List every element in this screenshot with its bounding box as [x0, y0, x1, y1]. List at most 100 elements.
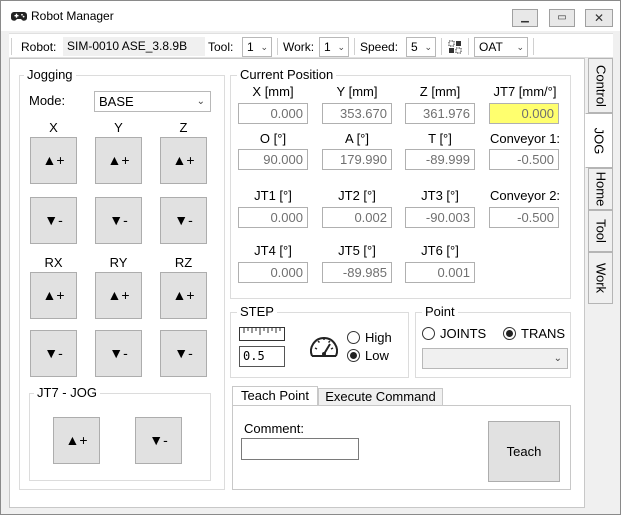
o-label: O [°] [259, 131, 287, 146]
step-high-label: High [365, 330, 392, 345]
tab-work[interactable]: Work [588, 252, 613, 304]
tab-home[interactable]: Home [588, 168, 613, 210]
window-title: Robot Manager [31, 9, 114, 23]
chevron-down-icon: ⌄ [260, 42, 268, 52]
maximize-button[interactable]: ▭ [549, 9, 575, 27]
jog-rz-minus-button[interactable]: ▼- [160, 330, 207, 377]
jt4-label: JT4 [°] [254, 243, 292, 258]
chevron-down-icon: ⌄ [424, 42, 432, 52]
jt4-value: 0.000 [238, 262, 308, 283]
jt7-jog-title: JT7 - JOG [34, 386, 100, 400]
axis-label-y: Y [114, 120, 123, 135]
jt7-minus-button[interactable]: ▼- [135, 417, 182, 464]
maximize-icon: ▭ [557, 12, 567, 23]
robot-label: Robot: [21, 40, 57, 54]
jt3-value: -90.003 [405, 207, 475, 228]
chevron-down-icon: ⌄ [516, 42, 524, 52]
t-value: -89.999 [405, 149, 475, 170]
tool-label: Tool: [208, 40, 234, 54]
toolbar-separator [277, 38, 278, 55]
robot-name-display: SIM-0010 ASE_3.8.9B [63, 37, 205, 56]
toolbar-separator [468, 38, 469, 55]
jog-z-minus-button[interactable]: ▼- [160, 197, 207, 244]
toolbar-separator [441, 38, 442, 55]
jog-x-plus-button[interactable]: ▲+ [30, 137, 77, 184]
t-label: T [°] [428, 131, 452, 146]
tool-select[interactable]: 1 ⌄ [242, 37, 272, 57]
step-low-radio[interactable] [347, 349, 360, 362]
jog-x-minus-button[interactable]: ▼- [30, 197, 77, 244]
work-label: Work: [283, 40, 315, 54]
tab-tool[interactable]: Tool [588, 210, 613, 252]
grid-icon[interactable] [448, 40, 462, 54]
joints-radio[interactable] [422, 327, 435, 340]
x-value: 0.000 [238, 103, 308, 124]
point-title: Point [422, 305, 458, 319]
jt6-value: 0.001 [405, 262, 475, 283]
jt7-label: JT7 [mm/°] [493, 84, 557, 99]
conveyor2-label: Conveyor 2: [489, 188, 561, 203]
jog-rz-plus-button[interactable]: ▲+ [160, 272, 207, 319]
work-select[interactable]: 1 ⌄ [319, 37, 349, 57]
a-label: A [°] [345, 131, 369, 146]
axis-label-rx: RX [44, 255, 63, 270]
jt2-label: JT2 [°] [338, 188, 376, 203]
axis-label-rz: RZ [174, 255, 193, 270]
tab-teach-point[interactable]: Teach Point [232, 386, 318, 406]
chevron-down-icon: ⌄ [553, 353, 562, 364]
teach-button[interactable]: Teach [488, 421, 560, 482]
jog-rx-minus-button[interactable]: ▼- [30, 330, 77, 377]
tab-jog[interactable]: JOG [585, 113, 613, 168]
jog-z-plus-button[interactable]: ▲+ [160, 137, 207, 184]
comment-label: Comment: [244, 421, 304, 436]
step-title: STEP [237, 305, 277, 319]
chevron-down-icon: ⌄ [337, 42, 345, 52]
jt7-value: 0.000 [489, 103, 559, 124]
comment-input[interactable] [241, 438, 359, 460]
minimize-button[interactable]: ▁ [512, 9, 538, 27]
jt1-label: JT1 [°] [254, 188, 292, 203]
tab-execute-command[interactable]: Execute Command [318, 388, 443, 406]
tab-control[interactable]: Control [588, 58, 613, 113]
jogging-title: Jogging [24, 68, 76, 82]
step-high-radio[interactable] [347, 331, 360, 344]
point-select[interactable]: ⌄ [422, 348, 568, 369]
z-label: Z [mm] [419, 84, 461, 99]
jt5-label: JT5 [°] [338, 243, 376, 258]
conveyor1-value: -0.500 [489, 149, 559, 170]
toolbar-separator [533, 38, 534, 55]
toolbar-grip [11, 38, 12, 55]
chevron-down-icon: ⌄ [196, 96, 205, 107]
trans-label: TRANS [521, 326, 566, 341]
y-label: Y [mm] [336, 84, 378, 99]
speed-label: Speed: [360, 40, 399, 54]
jog-rx-plus-button[interactable]: ▲+ [30, 272, 77, 319]
speed-select[interactable]: 5 ⌄ [406, 37, 436, 57]
close-button[interactable]: ✕ [585, 9, 613, 27]
jog-ry-minus-button[interactable]: ▼- [95, 330, 142, 377]
joints-label: JOINTS [440, 326, 487, 341]
jt2-value: 0.002 [322, 207, 392, 228]
conveyor2-value: -0.500 [489, 207, 559, 228]
coordinate-select[interactable]: OAT ⌄ [474, 37, 528, 57]
y-value: 353.670 [322, 103, 392, 124]
x-label: X [mm] [252, 84, 294, 99]
mode-select[interactable]: BASE ⌄ [94, 91, 211, 112]
jt7-plus-button[interactable]: ▲+ [53, 417, 100, 464]
z-value: 361.976 [405, 103, 475, 124]
mode-label: Mode: [29, 93, 66, 108]
a-value: 179.990 [322, 149, 392, 170]
jt1-value: 0.000 [238, 207, 308, 228]
jog-ry-plus-button[interactable]: ▲+ [95, 272, 142, 319]
jt6-label: JT6 [°] [421, 243, 459, 258]
speedometer-icon [310, 337, 338, 357]
step-low-label: Low [365, 348, 389, 363]
trans-radio[interactable] [503, 327, 516, 340]
axis-label-z: Z [179, 120, 188, 135]
jog-y-plus-button[interactable]: ▲+ [95, 137, 142, 184]
axis-label-x: X [49, 120, 58, 135]
robot-manager-window: Robot Manager ▁ ▭ ✕ Robot: SIM-0010 ASE_… [0, 0, 621, 515]
current-position-title: Current Position [237, 68, 337, 82]
jog-y-minus-button[interactable]: ▼- [95, 197, 142, 244]
step-input[interactable]: 0.5 [239, 346, 285, 367]
